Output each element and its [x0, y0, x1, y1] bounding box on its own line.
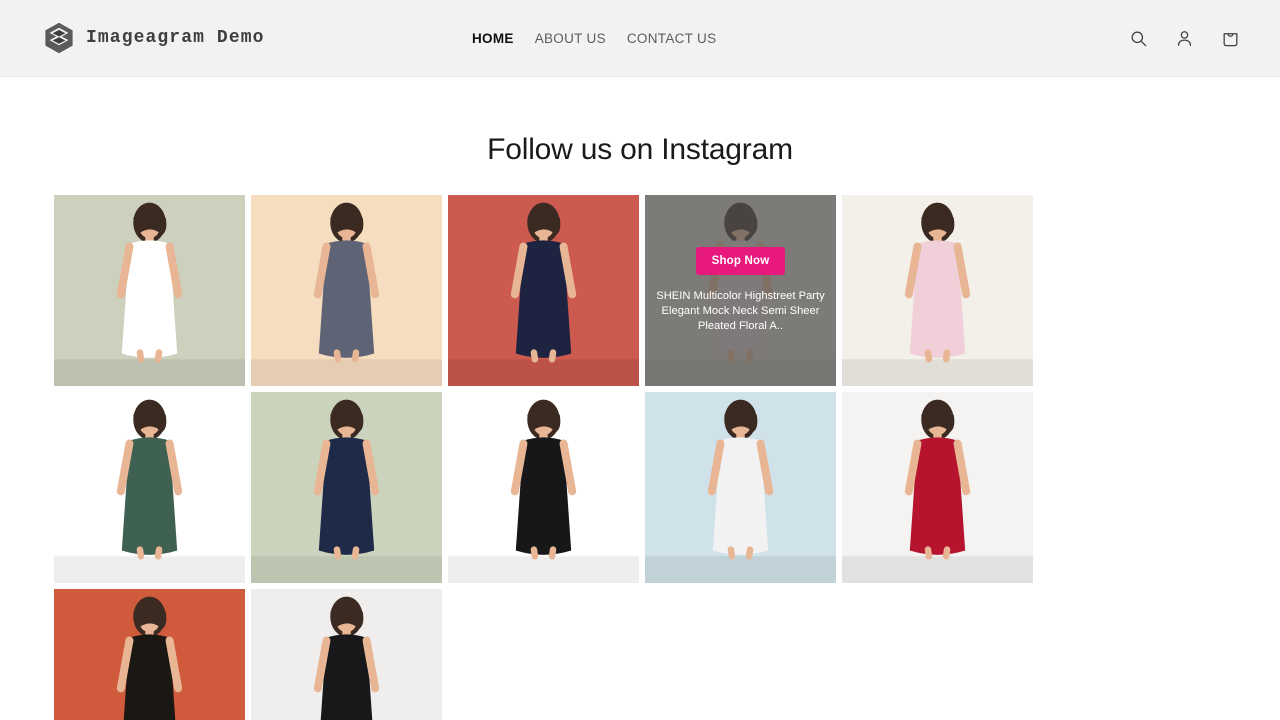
- feed-photo: [645, 392, 836, 583]
- search-button[interactable]: [1126, 26, 1150, 50]
- feed-tile[interactable]: Shop Now: [54, 195, 245, 386]
- feed-tile[interactable]: Shop Now: [251, 392, 442, 583]
- feed-tile[interactable]: Shop Now: [448, 392, 639, 583]
- feed-tile[interactable]: Shop Now: [842, 392, 1033, 583]
- site-header: Imageagram Demo HOME ABOUT US CONTACT US: [0, 0, 1280, 77]
- shopping-bag-icon: [1221, 29, 1240, 48]
- feed-tile[interactable]: Shop Now: [54, 589, 245, 720]
- feed-photo: [842, 195, 1033, 386]
- instagram-grid: Shop Now Shop Now Shop N: [54, 195, 1226, 720]
- feed-photo: [54, 589, 245, 720]
- feed-tile-caption: SHEIN Multicolor Highstreet Party Elegan…: [656, 289, 825, 333]
- feed-photo: [251, 392, 442, 583]
- layers-hexagon-icon: [42, 21, 76, 55]
- feed-photo: [448, 195, 639, 386]
- shop-now-button[interactable]: Shop Now: [695, 246, 786, 275]
- feed-photo: [251, 195, 442, 386]
- feed-tile[interactable]: Shop Now: [251, 589, 442, 720]
- nav-item-contact-us[interactable]: CONTACT US: [627, 31, 717, 46]
- feed-tile-overlay: Shop Now SHEIN Multicolor Highstreet Part…: [645, 195, 836, 386]
- feed-photo: [448, 392, 639, 583]
- brand-link[interactable]: Imageagram Demo: [42, 21, 265, 55]
- instagram-feed-section: Follow us on Instagram Shop Now SHEIN Mu…: [0, 77, 1280, 720]
- feed-tile[interactable]: Shop Now: [251, 195, 442, 386]
- account-button[interactable]: [1172, 26, 1196, 50]
- main-navigation: HOME ABOUT US CONTACT US: [472, 31, 716, 46]
- page-title: Follow us on Instagram: [487, 133, 793, 166]
- cart-button[interactable]: [1218, 26, 1242, 50]
- brand-name: Imageagram Demo: [86, 28, 265, 48]
- search-icon: [1129, 29, 1148, 48]
- feed-tile[interactable]: Shop Now SHEIN Multicolor Highstreet Part…: [645, 195, 836, 386]
- feed-photo: [251, 589, 442, 720]
- feed-photo: [54, 195, 245, 386]
- feed-tile[interactable]: Shop Now: [842, 195, 1033, 386]
- user-icon: [1175, 29, 1194, 48]
- header-actions: [1126, 26, 1242, 50]
- nav-item-home[interactable]: HOME: [472, 31, 514, 46]
- feed-tile[interactable]: Shop Now: [448, 195, 639, 386]
- feed-tile[interactable]: Shop Now: [54, 392, 245, 583]
- nav-item-about-us[interactable]: ABOUT US: [535, 31, 606, 46]
- feed-photo: [54, 392, 245, 583]
- feed-tile[interactable]: Shop Now: [645, 392, 836, 583]
- feed-photo: [842, 392, 1033, 583]
